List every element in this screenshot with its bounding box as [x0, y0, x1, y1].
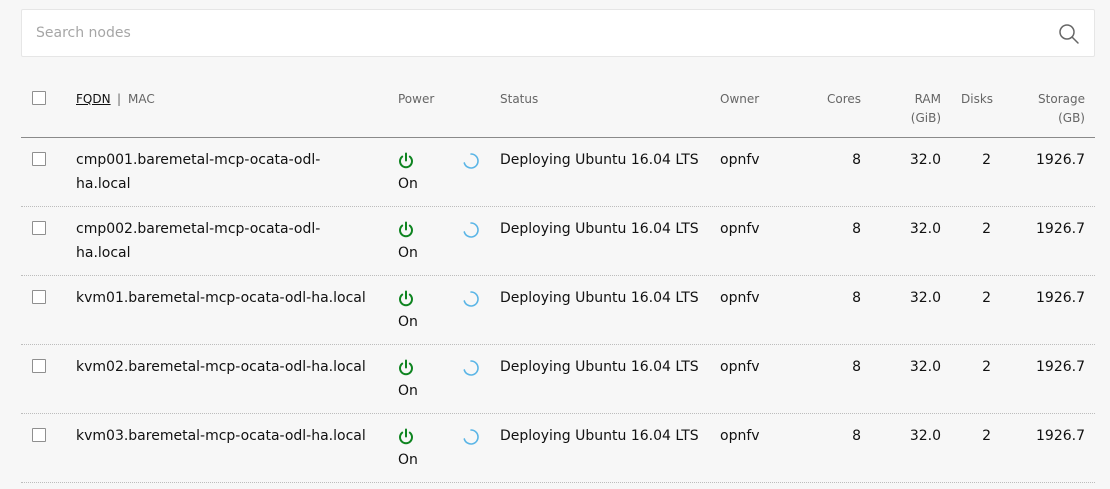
power-icon[interactable]	[397, 290, 415, 308]
ram-column-header: RAM (GiB)	[881, 90, 941, 128]
node-fqdn-line: ha.local	[76, 245, 131, 261]
node-cores: 8	[852, 428, 861, 444]
power-icon[interactable]	[397, 359, 415, 377]
node-cores: 8	[852, 290, 861, 306]
status-column-header: Status	[500, 92, 539, 106]
storage-header-label: Storage	[1038, 92, 1085, 106]
search-input[interactable]	[22, 10, 1022, 56]
ram-header-unit: (GiB)	[910, 111, 941, 125]
power-state: On	[398, 245, 418, 261]
node-fqdn-line: cmp001.baremetal-mcp-ocata-odl-	[76, 152, 321, 168]
table-row[interactable]: kvm02.baremetal-mcp-ocata-odl-ha.local On…	[21, 345, 1095, 414]
power-state: On	[398, 176, 418, 192]
node-ram: 32.0	[909, 359, 941, 375]
spinner-icon	[463, 222, 479, 238]
node-cores: 8	[852, 221, 861, 237]
header-separator: |	[117, 92, 122, 106]
node-ram: 32.0	[909, 221, 941, 237]
mac-column-header[interactable]: MAC	[128, 90, 155, 109]
node-status: Deploying Ubuntu 16.04 LTS	[500, 152, 699, 168]
storage-column-header: Storage (GB)	[1005, 90, 1085, 128]
node-disks: 2	[982, 359, 991, 375]
node-fqdn[interactable]: kvm03.baremetal-mcp-ocata-odl-ha.local	[76, 424, 376, 448]
node-cores: 8	[852, 152, 861, 168]
table-row[interactable]: cmp001.baremetal-mcp-ocata-odl-ha.local O…	[21, 138, 1095, 207]
node-ram: 32.0	[909, 152, 941, 168]
table-row[interactable]: kvm01.baremetal-mcp-ocata-odl-ha.local On…	[21, 276, 1095, 345]
table-body: cmp001.baremetal-mcp-ocata-odl-ha.local O…	[21, 138, 1095, 483]
node-status: Deploying Ubuntu 16.04 LTS	[500, 290, 699, 306]
table-row[interactable]: kvm03.baremetal-mcp-ocata-odl-ha.local On…	[21, 414, 1095, 483]
spinner-icon	[463, 360, 479, 376]
node-fqdn-line: kvm03.baremetal-mcp-ocata-odl-ha.local	[76, 428, 366, 444]
row-checkbox[interactable]	[32, 221, 46, 235]
node-fqdn-line: ha.local	[76, 176, 131, 192]
node-fqdn[interactable]: kvm02.baremetal-mcp-ocata-odl-ha.local	[76, 355, 376, 379]
node-fqdn-line: kvm01.baremetal-mcp-ocata-odl-ha.local	[76, 290, 366, 306]
search-box[interactable]	[21, 9, 1095, 57]
row-checkbox[interactable]	[32, 428, 46, 442]
node-disks: 2	[982, 428, 991, 444]
owner-column-header: Owner	[720, 92, 760, 106]
power-state: On	[398, 314, 418, 330]
row-checkbox[interactable]	[32, 290, 46, 304]
node-owner: opnfv	[720, 152, 760, 168]
power-column-header: Power	[398, 92, 435, 106]
node-fqdn[interactable]: cmp001.baremetal-mcp-ocata-odl-ha.local	[76, 148, 376, 196]
spinner-icon	[463, 291, 479, 307]
node-disks: 2	[982, 290, 991, 306]
disks-column-header: Disks	[961, 92, 994, 106]
cores-column-header: Cores	[826, 92, 861, 106]
power-state: On	[398, 452, 418, 468]
row-checkbox[interactable]	[32, 152, 46, 166]
node-status: Deploying Ubuntu 16.04 LTS	[500, 428, 699, 444]
select-all-checkbox[interactable]	[32, 91, 46, 105]
node-storage: 1926.7	[1036, 152, 1085, 168]
node-storage: 1926.7	[1036, 221, 1085, 237]
spinner-icon	[463, 153, 479, 169]
power-icon[interactable]	[397, 221, 415, 239]
node-ram: 32.0	[909, 428, 941, 444]
power-icon[interactable]	[397, 152, 415, 170]
node-owner: opnfv	[720, 290, 760, 306]
node-ram: 32.0	[909, 290, 941, 306]
ram-header-label: RAM	[914, 92, 941, 106]
node-fqdn-line: cmp002.baremetal-mcp-ocata-odl-	[76, 221, 321, 237]
node-fqdn[interactable]: kvm01.baremetal-mcp-ocata-odl-ha.local	[76, 286, 376, 310]
node-status: Deploying Ubuntu 16.04 LTS	[500, 359, 699, 375]
fqdn-column-header[interactable]: FQDN	[76, 90, 111, 109]
node-owner: opnfv	[720, 221, 760, 237]
table-row[interactable]: cmp002.baremetal-mcp-ocata-odl-ha.local O…	[21, 207, 1095, 276]
node-status: Deploying Ubuntu 16.04 LTS	[500, 221, 699, 237]
power-icon[interactable]	[397, 428, 415, 446]
row-checkbox[interactable]	[32, 359, 46, 373]
node-storage: 1926.7	[1036, 290, 1085, 306]
node-storage: 1926.7	[1036, 359, 1085, 375]
nodes-table: FQDN | MAC Power Status Owner Cores RAM …	[21, 70, 1095, 483]
node-fqdn[interactable]: cmp002.baremetal-mcp-ocata-odl-ha.local	[76, 217, 376, 265]
storage-header-unit: (GB)	[1058, 111, 1085, 125]
search-icon[interactable]	[1058, 23, 1080, 45]
table-header: FQDN | MAC Power Status Owner Cores RAM …	[21, 70, 1095, 138]
node-owner: opnfv	[720, 359, 760, 375]
node-disks: 2	[982, 221, 991, 237]
node-fqdn-line: kvm02.baremetal-mcp-ocata-odl-ha.local	[76, 359, 366, 375]
power-state: On	[398, 383, 418, 399]
node-disks: 2	[982, 152, 991, 168]
spinner-icon	[463, 429, 479, 445]
node-storage: 1926.7	[1036, 428, 1085, 444]
node-owner: opnfv	[720, 428, 760, 444]
node-cores: 8	[852, 359, 861, 375]
